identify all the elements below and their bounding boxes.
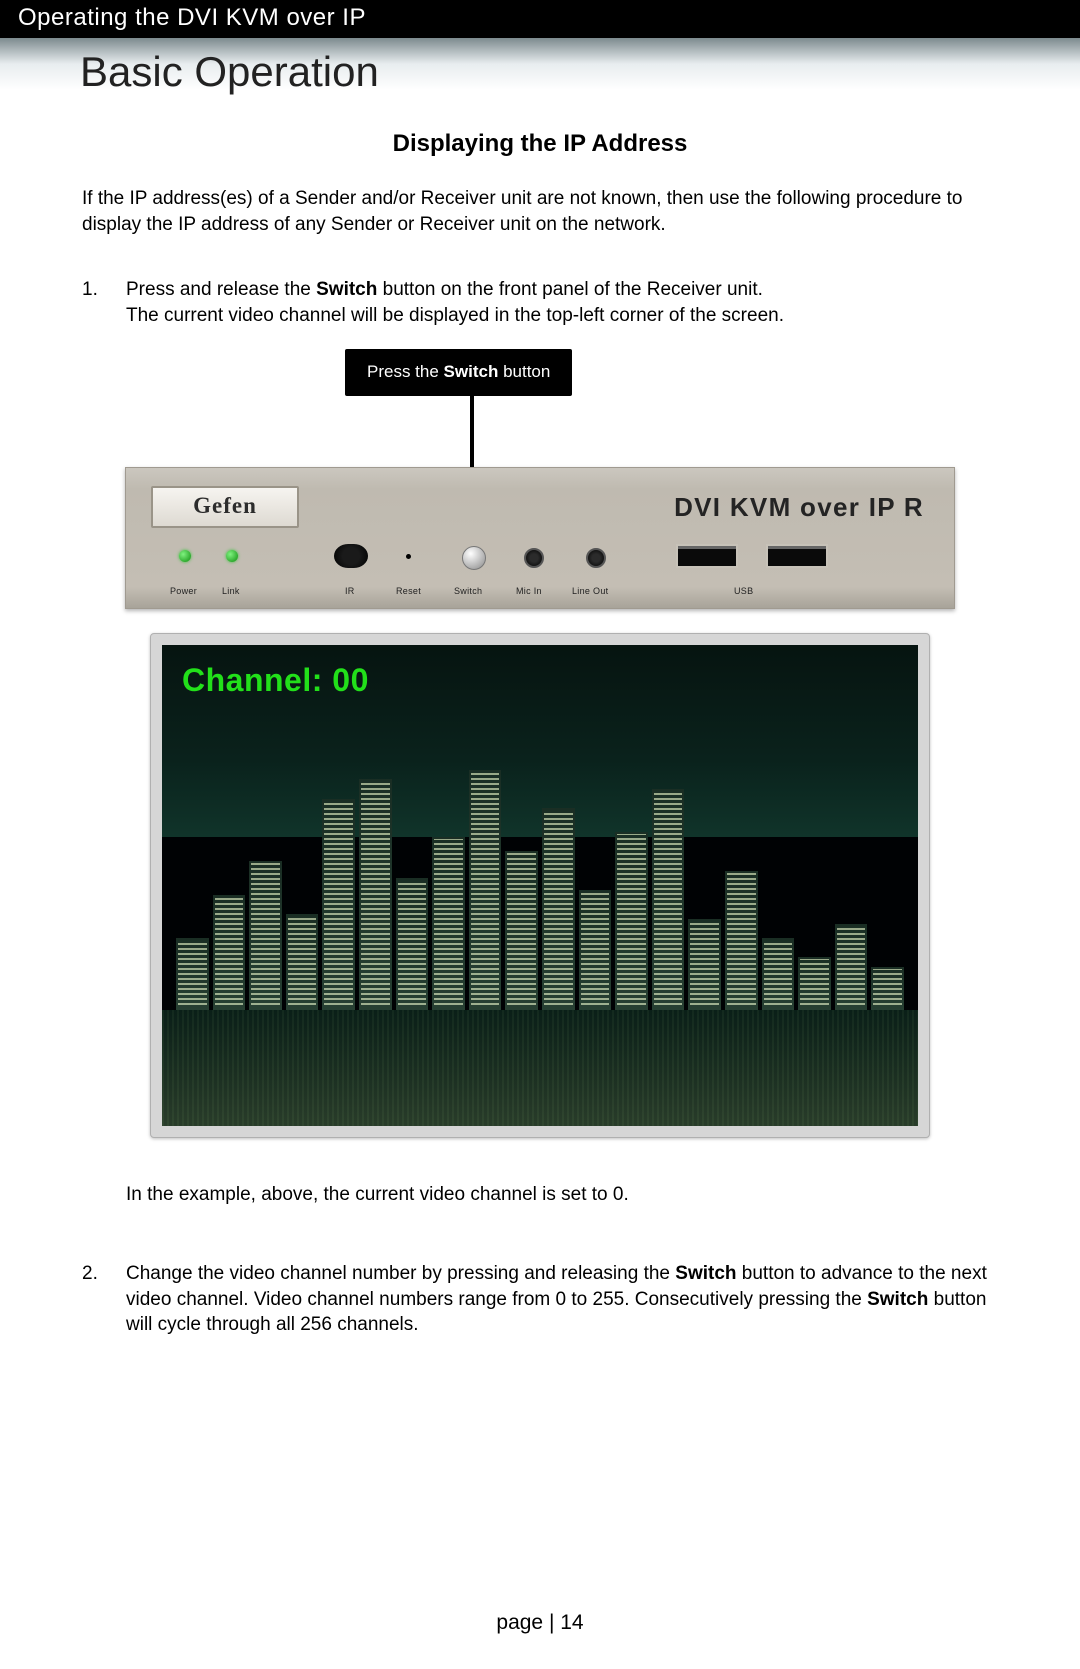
power-led-icon (179, 550, 191, 562)
device-model: DVI KVM over IP R (674, 490, 924, 525)
step-1: 1. Press and release the Switch button o… (82, 277, 998, 328)
step-1-number: 1. (82, 277, 126, 328)
usb-port-1-icon (676, 544, 738, 568)
label-switch: Switch (454, 585, 482, 597)
intro-paragraph: If the IP address(es) of a Sender and/or… (82, 186, 998, 237)
step-2-number: 2. (82, 1261, 126, 1338)
step-1-note: In the example, above, the current video… (126, 1182, 998, 1208)
chapter-header: Operating the DVI KVM over IP (0, 0, 1080, 38)
step-1-text-a-post: button on the front panel of the Receive… (377, 279, 763, 300)
bg-reflection (162, 1010, 918, 1125)
label-mic-in: Mic In (516, 585, 542, 597)
step-1-text-a-bold: Switch (316, 279, 377, 300)
label-link: Link (222, 585, 240, 597)
label-usb: USB (734, 585, 753, 597)
step-1-text-b: The current video channel will be displa… (126, 305, 784, 326)
reset-pinhole-icon (406, 554, 411, 559)
example-screen-frame: Channel: 00 (150, 633, 930, 1138)
callout-bold: Switch (444, 362, 499, 381)
device-front-panel: Gefen DVI KVM over IP R Power Link IR Re… (125, 467, 955, 609)
callout-box: Press the Switch button (345, 349, 572, 396)
step-2: 2. Change the video channel number by pr… (82, 1261, 998, 1338)
label-ir: IR (345, 585, 355, 597)
page-footer: page | 14 (0, 1611, 1080, 1635)
device-diagram: Press the Switch button Gefen DVI KVM ov… (150, 349, 930, 609)
usb-port-2-icon (766, 544, 828, 568)
page-title: Basic Operation (80, 48, 1080, 96)
ir-window-icon (334, 544, 368, 568)
label-power: Power (170, 585, 197, 597)
callout-pre: Press the (367, 362, 444, 381)
step-2-a-pre: Change the video channel number by press… (126, 1263, 675, 1284)
channel-overlay-text: Channel: 00 (182, 659, 369, 702)
link-led-icon (226, 550, 238, 562)
step-1-text-a-pre: Press and release the (126, 279, 316, 300)
switch-button-icon (462, 546, 486, 570)
device-brand: Gefen (193, 493, 257, 518)
section-title: Displaying the IP Address (0, 130, 1080, 158)
mic-in-jack-icon (524, 548, 544, 568)
callout-post: button (498, 362, 550, 381)
step-2-a-bold: Switch (675, 1263, 736, 1284)
bg-skyline (162, 770, 918, 1011)
label-line-out: Line Out (572, 585, 608, 597)
device-brand-plate: Gefen (151, 486, 299, 528)
example-screen: Channel: 00 (162, 645, 918, 1126)
label-reset: Reset (396, 585, 421, 597)
line-out-jack-icon (586, 548, 606, 568)
step-2-b-bold: Switch (867, 1289, 928, 1310)
